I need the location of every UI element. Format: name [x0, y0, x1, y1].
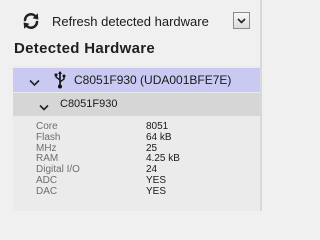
usb-icon: [53, 71, 67, 94]
chevron-down-icon[interactable]: [39, 99, 49, 117]
chip-properties: Core 8051 Flash 64 kB MHz 25 RAM 4.25 kB…: [36, 121, 256, 198]
property-key: DAC: [36, 185, 58, 197]
tree-item-chip[interactable]: C8051F930: [13, 93, 260, 116]
chip-label: C8051F930: [60, 98, 118, 110]
property-key: Flash: [36, 131, 61, 143]
tree-item-device[interactable]: C8051F930 (UDA001BFE7E): [13, 68, 260, 92]
toolbar: Refresh detected hardware: [0, 0, 264, 40]
property-row: DAC YES: [36, 185, 256, 198]
property-value: 64 kB: [146, 131, 172, 143]
device-label: C8051F930 (UDA001BFE7E): [74, 73, 232, 87]
refresh-hardware-label: Refresh detected hardware: [52, 13, 209, 29]
property-value: YES: [146, 185, 167, 197]
panel-divider: [260, 0, 262, 211]
refresh-icon: [20, 10, 42, 32]
section-title: Detected Hardware: [14, 40, 155, 57]
refresh-hardware-button[interactable]: Refresh detected hardware: [20, 8, 230, 34]
property-row: Flash 64 kB: [36, 131, 256, 144]
chevron-down-icon[interactable]: [29, 74, 40, 92]
options-dropdown-button[interactable]: [233, 12, 250, 29]
chevron-down-icon: [237, 17, 246, 24]
